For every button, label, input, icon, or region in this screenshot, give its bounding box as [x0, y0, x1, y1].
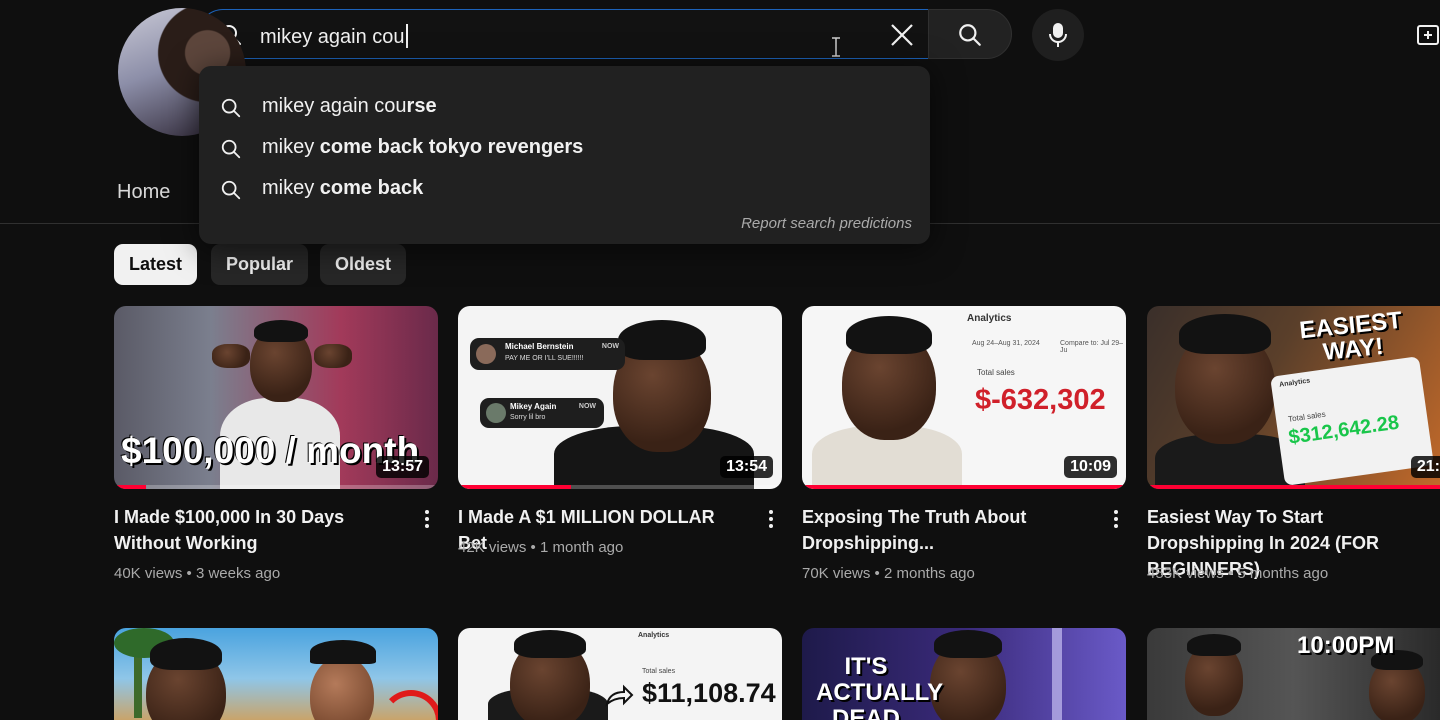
search-suggestions-dropdown: mikey again course mikey come back tokyo…	[199, 66, 930, 244]
search-suggestion[interactable]: mikey come back	[199, 169, 930, 209]
video-duration: 10:09	[1064, 456, 1117, 478]
search-button[interactable]	[928, 9, 1012, 59]
upload-age: 2 months ago	[883, 565, 975, 582]
share-arrow-icon	[605, 684, 634, 707]
notification-sender: Michael Bernstein	[505, 342, 574, 351]
watch-progress	[802, 485, 1126, 489]
search-icon	[221, 180, 241, 200]
video-title[interactable]: I Made $100,000 In 30 Days Without Worki…	[114, 504, 404, 556]
video-meta: 40K views • 3 weeks ago	[114, 565, 281, 582]
create-icon[interactable]	[1417, 24, 1440, 46]
video-thumbnail[interactable]: Analytics Total sales $312,642.28 EASIES…	[1147, 306, 1440, 489]
thumbnail-text: 10:00PM	[1297, 632, 1395, 659]
thumbnail-label: Aug 24–Aug 31, 2024	[972, 340, 1040, 347]
chip-popular[interactable]: Popular	[211, 244, 309, 285]
video-thumbnail[interactable]: IT'S ACTUALLY DEAD	[802, 628, 1126, 720]
video-duration: 21:	[1410, 456, 1440, 478]
video-title[interactable]: Exposing The Truth About Dropshipping...	[802, 504, 1092, 556]
notification-card: Mikey Again Sorry lil bro NOW	[480, 398, 604, 428]
chip-latest[interactable]: Latest	[114, 244, 198, 285]
text-caret	[405, 24, 408, 48]
search-input[interactable]: mikey again cou	[198, 9, 928, 59]
close-icon[interactable]	[889, 22, 915, 48]
microphone-icon	[1049, 23, 1067, 47]
search-icon	[221, 98, 241, 118]
more-options-icon[interactable]	[761, 507, 781, 533]
watch-progress-fill	[458, 485, 572, 489]
upload-age: 1 month ago	[539, 539, 624, 556]
voice-search-button[interactable]	[1032, 9, 1084, 61]
search-suggestion[interactable]: mikey come back tokyo revengers	[199, 128, 930, 168]
chip-oldest[interactable]: Oldest	[320, 244, 407, 285]
watch-progress-fill	[1147, 485, 1440, 489]
suggestion-completion: come back	[319, 177, 424, 199]
notification-time: NOW	[601, 343, 619, 350]
watch-progress	[114, 485, 438, 489]
report-search-predictions-link[interactable]: Report search predictions	[741, 215, 912, 232]
suggestion-text: mikey come back tokyo revengers	[262, 136, 583, 159]
thumbnail-text: $11,108.74	[642, 678, 776, 708]
notification-card: Michael Bernstein PAY ME OR I'LL SUE!!!!…	[470, 338, 625, 370]
tab-home[interactable]: Home	[117, 181, 170, 204]
suggestion-text: mikey again course	[262, 95, 437, 118]
video-thumbnail[interactable]: Analytics Total sales $11,108.74	[458, 628, 782, 720]
view-count: 40K views	[114, 565, 183, 582]
watch-progress	[1147, 485, 1440, 489]
view-count: 42K views	[458, 539, 527, 556]
search-query-text: mikey again cou	[260, 24, 408, 49]
suggestion-text: mikey come back	[262, 177, 423, 200]
watch-progress-fill	[802, 485, 1126, 489]
notification-time: NOW	[578, 403, 596, 410]
video-duration: 13:57	[376, 456, 429, 478]
thumbnail-label: Analytics	[638, 632, 670, 639]
notification-message: Sorry lil bro	[510, 414, 546, 421]
suggestion-completion: come back tokyo revengers	[319, 136, 584, 158]
suggestion-completion: rse	[406, 95, 437, 117]
video-thumbnail[interactable]: Michael Bernstein PAY ME OR I'LL SUE!!!!…	[458, 306, 782, 489]
thumbnail-label: Total sales	[642, 668, 676, 675]
video-thumbnail[interactable]: Analytics Aug 24–Aug 31, 2024 Compare to…	[802, 306, 1126, 489]
video-thumbnail[interactable]: $100,000 / month 13:57	[114, 306, 438, 489]
watch-progress-fill	[114, 485, 147, 489]
video-duration: 13:54	[720, 456, 773, 478]
video-meta: 453K views • 5 months ago	[1147, 565, 1329, 582]
search-icon	[221, 139, 241, 159]
suggestion-typed-part: mikey again cou	[262, 95, 407, 117]
video-thumbnail[interactable]	[114, 628, 438, 720]
thumbnail-label: Analytics	[967, 313, 1012, 324]
view-count: 453K views	[1147, 565, 1224, 582]
suggestion-typed-part: mikey	[262, 177, 320, 199]
thumbnail-text: $-632,302	[975, 384, 1106, 416]
watch-progress	[458, 485, 782, 489]
thumbnail-screen: Analytics Total sales $312,642.28	[1270, 356, 1434, 486]
notification-message: PAY ME OR I'LL SUE!!!!!!	[505, 355, 584, 362]
thumbnail-label: Analytics	[1278, 377, 1311, 389]
upload-age: 3 weeks ago	[195, 565, 281, 582]
notification-sender: Mikey Again	[510, 402, 557, 411]
more-options-icon[interactable]	[1106, 507, 1126, 533]
video-meta: 42K views • 1 month ago	[458, 539, 624, 556]
view-count: 70K views	[802, 565, 871, 582]
search-icon	[959, 24, 981, 46]
video-thumbnail[interactable]: 10:00PM	[1147, 628, 1440, 720]
thumbnail-label: Total sales	[977, 368, 1015, 377]
video-meta: 70K views • 2 months ago	[802, 565, 975, 582]
thumbnail-label: Compare to: Jul 29–Ju	[1060, 340, 1124, 354]
thumbnail-text: IT'S ACTUALLY DEAD	[816, 653, 944, 720]
more-options-icon[interactable]	[417, 507, 437, 533]
thumbnail-text: $100,000 / month	[121, 430, 420, 471]
upload-age: 5 months ago	[1237, 565, 1329, 582]
search-suggestion[interactable]: mikey again course	[199, 87, 930, 127]
text-cursor-icon	[832, 37, 840, 57]
suggestion-typed-part: mikey	[262, 136, 320, 158]
